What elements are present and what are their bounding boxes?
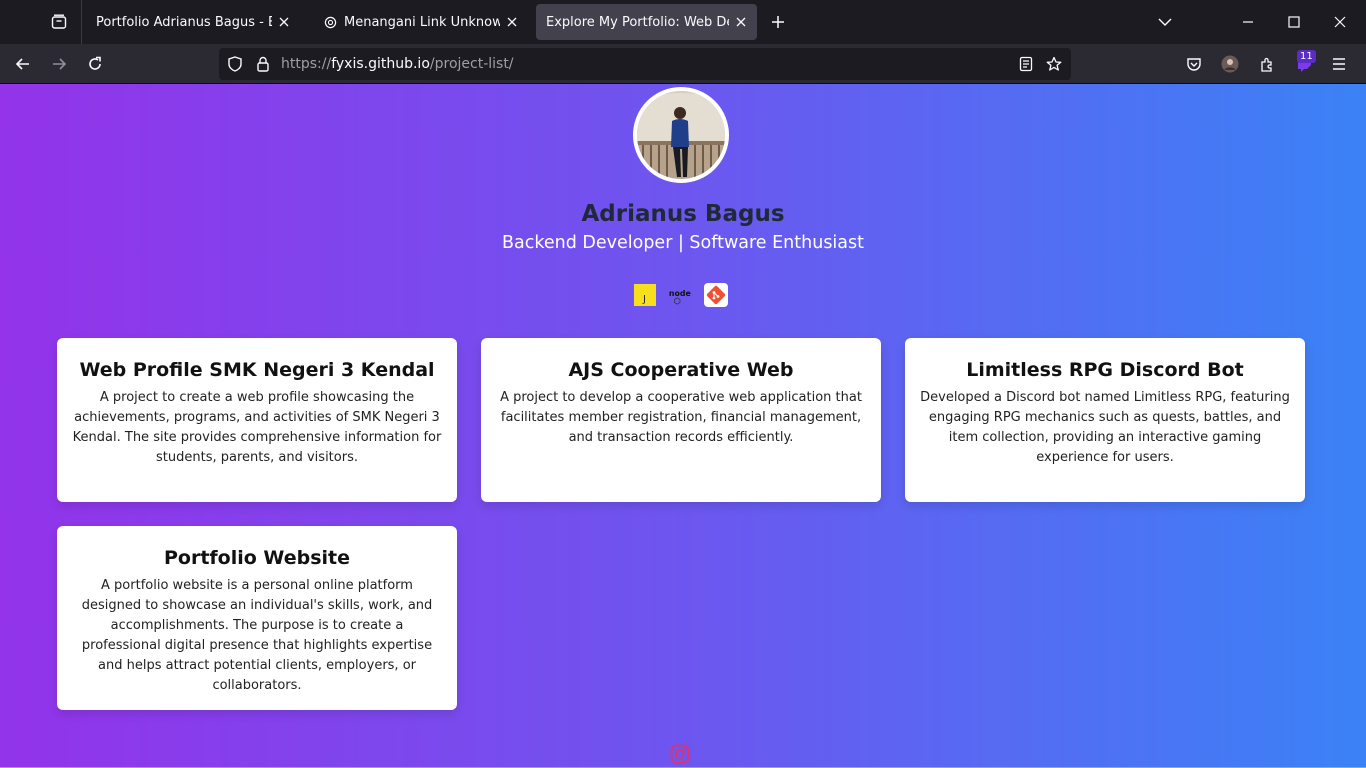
maximize-icon[interactable] xyxy=(1278,6,1310,38)
shield-icon[interactable] xyxy=(227,56,243,72)
git-icon xyxy=(704,283,728,307)
project-card[interactable]: Limitless RPG Discord Bot Developed a Di… xyxy=(905,338,1305,502)
extensions-icon[interactable] xyxy=(1251,48,1283,80)
project-card[interactable]: Portfolio Website A portfolio website is… xyxy=(57,526,457,710)
hamburger-menu-icon[interactable] xyxy=(1323,48,1355,80)
forward-icon[interactable] xyxy=(43,48,75,80)
url-host: fyxis.github.io xyxy=(331,56,430,72)
javascript-icon: J xyxy=(633,283,657,307)
instagram-icon[interactable] xyxy=(669,743,691,765)
star-icon[interactable] xyxy=(1046,56,1062,72)
url-scheme: https:// xyxy=(281,56,332,72)
nodejs-icon-label: node xyxy=(669,289,691,298)
reload-icon[interactable] xyxy=(79,48,111,80)
close-icon[interactable] xyxy=(500,10,524,34)
tab-portfolio[interactable]: Portfolio Adrianus Bagus - Backend Devel… xyxy=(86,4,300,40)
project-description: A project to develop a cooperative web a… xyxy=(500,390,862,445)
tab-title: Portfolio Adrianus Bagus - Backend Devel… xyxy=(96,14,272,30)
close-window-icon[interactable] xyxy=(1324,6,1356,38)
project-card[interactable]: Web Profile SMK Negeri 3 Kendal A projec… xyxy=(57,338,457,502)
project-card[interactable]: AJS Cooperative Web A project to develop… xyxy=(481,338,881,502)
tab-strip-separator xyxy=(81,0,82,44)
chevron-down-icon[interactable] xyxy=(1149,6,1181,38)
pocket-icon[interactable] xyxy=(1178,48,1210,80)
close-icon[interactable] xyxy=(272,10,296,34)
chatgpt-icon xyxy=(322,14,338,30)
minimize-icon[interactable] xyxy=(1232,6,1264,38)
plus-icon[interactable] xyxy=(766,10,790,34)
url-text[interactable]: https://fyxis.github.io/project-list/ xyxy=(281,56,514,72)
profile-role: Backend Developer | Software Enthusiast xyxy=(502,233,864,253)
close-icon[interactable] xyxy=(729,10,753,34)
profile-avatar xyxy=(633,87,729,183)
reader-mode-icon[interactable] xyxy=(1018,56,1034,72)
project-title: Limitless RPG Discord Bot xyxy=(966,359,1244,381)
project-description: Developed a Discord bot named Limitless … xyxy=(920,390,1290,465)
project-description: A project to create a web profile showca… xyxy=(72,390,442,465)
nodejs-icon: node xyxy=(668,283,692,307)
page-content: Adrianus Bagus Backend Developer | Softw… xyxy=(0,84,1366,768)
account-avatar-icon[interactable] xyxy=(1214,48,1246,80)
url-path: /project-list/ xyxy=(429,56,514,72)
tab-strip: Portfolio Adrianus Bagus - Backend Devel… xyxy=(0,0,1366,44)
profile-name: Adrianus Bagus xyxy=(581,201,785,227)
back-icon[interactable] xyxy=(7,48,39,80)
tab-menangani-link[interactable]: Menangani Link Unknown xyxy=(312,4,528,40)
project-title: AJS Cooperative Web xyxy=(568,359,794,381)
project-description: A portfolio website is a personal online… xyxy=(81,578,433,693)
url-bar[interactable]: https://fyxis.github.io/project-list/ xyxy=(219,48,1071,80)
navigation-toolbar: https://fyxis.github.io/project-list/ 11 xyxy=(0,44,1366,84)
project-title: Portfolio Website xyxy=(163,547,350,569)
extension-badge: 11 xyxy=(1297,50,1316,63)
tab-explore-portfolio[interactable]: Explore My Portfolio: Web Developer xyxy=(536,4,757,40)
tab-overview-icon[interactable] xyxy=(40,6,78,38)
tab-title: Explore My Portfolio: Web Developer xyxy=(546,14,729,30)
lock-icon[interactable] xyxy=(255,56,271,72)
tab-title: Menangani Link Unknown xyxy=(344,14,500,30)
tech-stack-icons: J node xyxy=(633,283,733,307)
project-title: Web Profile SMK Negeri 3 Kendal xyxy=(79,359,435,381)
javascript-icon-label: J xyxy=(642,294,646,305)
